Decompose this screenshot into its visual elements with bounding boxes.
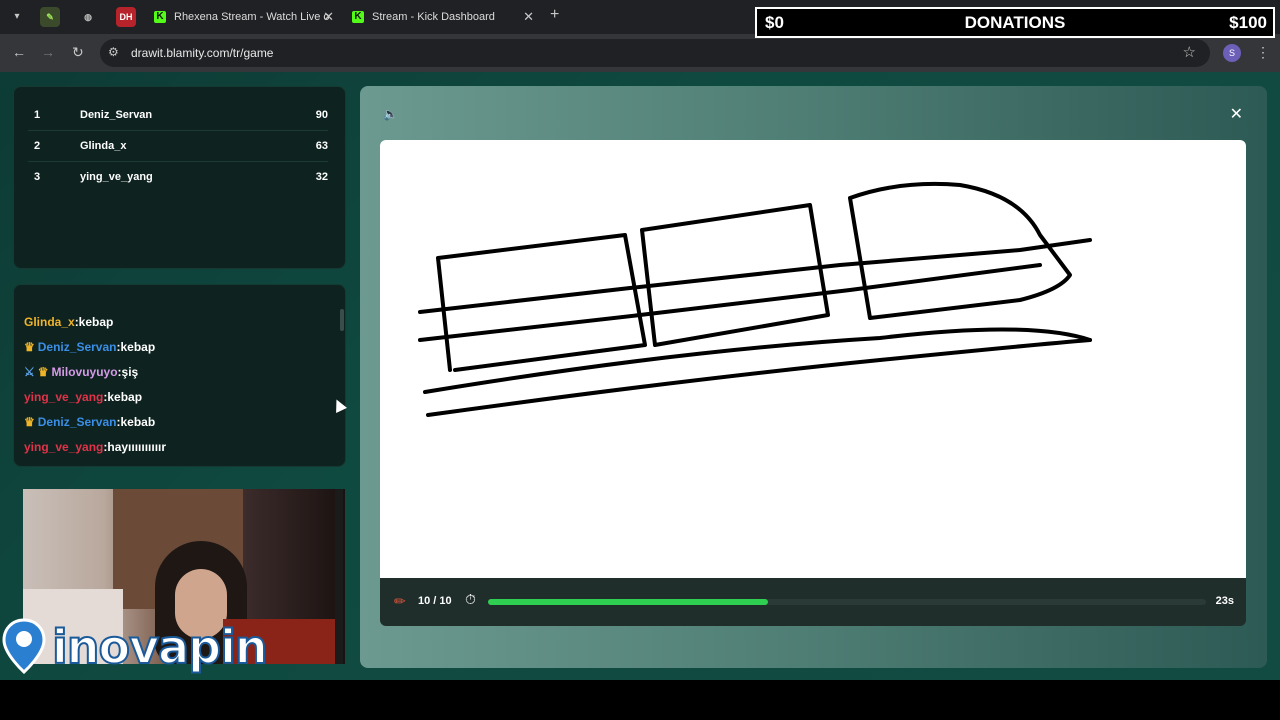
donations-current: $0	[765, 13, 784, 32]
pinned-tab-drawit[interactable]: drawit✎	[40, 7, 60, 27]
timer-track	[488, 599, 1206, 605]
back-arrow-icon[interactable]: ←	[12, 44, 26, 60]
game-page: 1 Deniz_Servan 90 2 Glinda_x 63 3 ying_v…	[0, 72, 1280, 680]
chat-message: ying_ve_yang:kebap	[24, 390, 142, 404]
tab-kick-dashboard[interactable]: K Stream - Kick Dashboard ✕	[348, 4, 540, 32]
bottom-black-bar	[0, 680, 1280, 720]
sword-icon: ⚔	[24, 365, 35, 379]
player-score: 63	[315, 140, 328, 152]
round-counter: 10 / 10	[418, 595, 452, 607]
webcam-scrollbar[interactable]	[335, 489, 343, 664]
leaderboard-panel: 1 Deniz_Servan 90 2 Glinda_x 63 3 ying_v…	[13, 86, 346, 269]
screen: ▾ drawit✎ ◍ DH K Rhexena Stream - Watch …	[0, 0, 1280, 720]
leaderboard-row: 2 Glinda_x 63	[28, 131, 328, 162]
chat-username[interactable]: ying_ve_yang	[24, 440, 103, 454]
tab-close-icon[interactable]: ✕	[323, 4, 334, 30]
leaderboard-row: 3 ying_ve_yang 32	[28, 162, 328, 193]
chat-scrollbar[interactable]	[340, 309, 344, 331]
pencil-icon: ✏	[394, 593, 406, 609]
chat-username[interactable]: Deniz_Servan	[38, 415, 117, 429]
rank: 2	[34, 140, 41, 152]
tab-search-icon[interactable]: ▾	[8, 8, 26, 26]
chat-message: ♛ Deniz_Servan:kebap	[24, 340, 155, 354]
address-bar[interactable]: ⚙ drawit.blamity.com/tr/game ☆	[100, 39, 1210, 67]
new-tab-button[interactable]: +	[550, 6, 559, 24]
browser-menu-icon[interactable]: ⋮	[1256, 44, 1270, 61]
crown-icon: ♛	[24, 340, 35, 354]
donations-overlay: DONATIONS $0 $100	[755, 7, 1275, 38]
game-panel: 🔈 ✕ ✏ 10 / 10 ⏱ 23s	[360, 86, 1267, 668]
chat-text: :kebab	[116, 415, 156, 429]
crown-icon: ♛	[37, 365, 49, 379]
chat-username[interactable]: ying_ve_yang	[24, 390, 103, 404]
sponsor-logo-text: inovapin	[51, 619, 269, 675]
time-remaining: 23s	[1215, 595, 1234, 607]
rank: 3	[34, 171, 41, 183]
site-settings-icon[interactable]: ⚙	[108, 45, 119, 59]
drawing-strokes	[418, 181, 1092, 417]
player-score: 90	[315, 109, 328, 121]
bookmark-star-icon[interactable]: ☆	[1183, 43, 1196, 61]
url-text[interactable]: drawit.blamity.com/tr/game	[131, 46, 273, 60]
crown-icon: ♛	[24, 415, 35, 429]
chat-username[interactable]: Milovuyuyo	[52, 365, 118, 379]
tab-rhexena-stream[interactable]: K Rhexena Stream - Watch Live o ✕	[150, 4, 340, 32]
pinned-tab-globe-icon[interactable]: ◍	[78, 7, 98, 27]
chat-text: :hayıııııııııır	[103, 440, 167, 454]
player-score: 32	[315, 171, 328, 183]
chat-message: ying_ve_yang:hayıııııııııır	[24, 440, 166, 454]
chat-message: ⚔ ♛ Milovuyuyo:şiş	[24, 365, 138, 379]
forward-arrow-icon[interactable]: →	[41, 44, 55, 60]
chat-text: :kebap	[74, 315, 114, 329]
rank: 1	[34, 109, 41, 121]
leaderboard-row: 1 Deniz_Servan 90	[28, 100, 328, 131]
tab-label: Rhexena Stream - Watch Live o	[174, 11, 330, 23]
reload-icon[interactable]: ↻	[72, 44, 84, 61]
chat-panel[interactable]: Glinda_x:kebap ♛ Deniz_Servan:kebap ⚔ ♛ Mil…	[13, 284, 346, 467]
pinned-tab-dh[interactable]: DH	[116, 7, 136, 27]
chat-message: Glinda_x:kebap	[24, 315, 113, 329]
chat-message: ♛ Deniz_Servan:kebab	[24, 415, 155, 429]
close-icon[interactable]: ✕	[1230, 104, 1243, 124]
tab-label: Stream - Kick Dashboard	[372, 11, 495, 23]
stopwatch-icon: ⏱	[465, 591, 476, 607]
player-name: Glinda_x	[80, 140, 127, 152]
chat-text: :şiş	[117, 365, 139, 379]
kick-icon: K	[154, 11, 166, 23]
drawing-canvas[interactable]	[380, 140, 1246, 578]
tab-close-icon[interactable]: ✕	[523, 4, 534, 30]
chat-username[interactable]: Glinda_x	[24, 315, 75, 329]
donations-title: DONATIONS	[964, 13, 1066, 32]
kick-icon: K	[352, 11, 364, 23]
chat-username[interactable]: Deniz_Servan	[38, 340, 117, 354]
browser-toolbar: ← → ↻ ⚙ drawit.blamity.com/tr/game ☆	[0, 34, 1280, 72]
chat-text: :kebap	[116, 340, 156, 354]
chat-text: :kebap	[103, 390, 143, 404]
sound-icon[interactable]: 🔈	[383, 107, 398, 121]
donations-goal: $100	[1229, 13, 1267, 32]
player-name: ying_ve_yang	[80, 171, 153, 183]
profile-avatar[interactable]: S	[1223, 44, 1241, 62]
timer-progress-fill	[488, 599, 769, 605]
game-footer: ✏ 10 / 10 ⏱ 23s	[380, 578, 1246, 626]
player-name: Deniz_Servan	[80, 109, 153, 121]
location-pin-icon	[2, 618, 46, 674]
